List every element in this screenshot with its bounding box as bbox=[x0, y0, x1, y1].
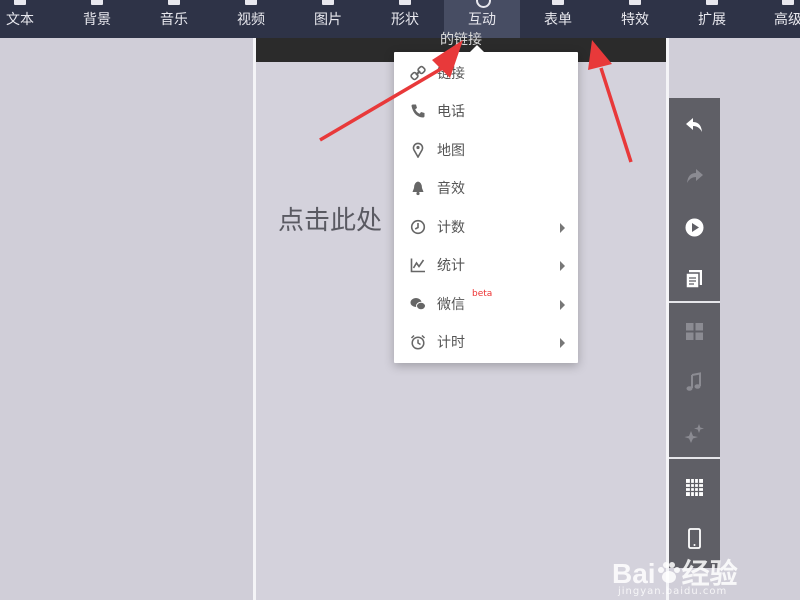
annotation-arrows bbox=[319, 40, 633, 163]
paw-logo-icon bbox=[657, 562, 680, 583]
red-arrow-icon bbox=[588, 40, 633, 163]
watermark-suffix: 经验 bbox=[681, 558, 738, 589]
red-arrow-icon bbox=[319, 40, 463, 142]
baidu-watermark: Bai 经验 jingyan.baidu.com bbox=[612, 548, 792, 598]
watermark-brand-text: Bai bbox=[612, 558, 656, 589]
watermark-url: jingyan.baidu.com bbox=[618, 586, 728, 597]
